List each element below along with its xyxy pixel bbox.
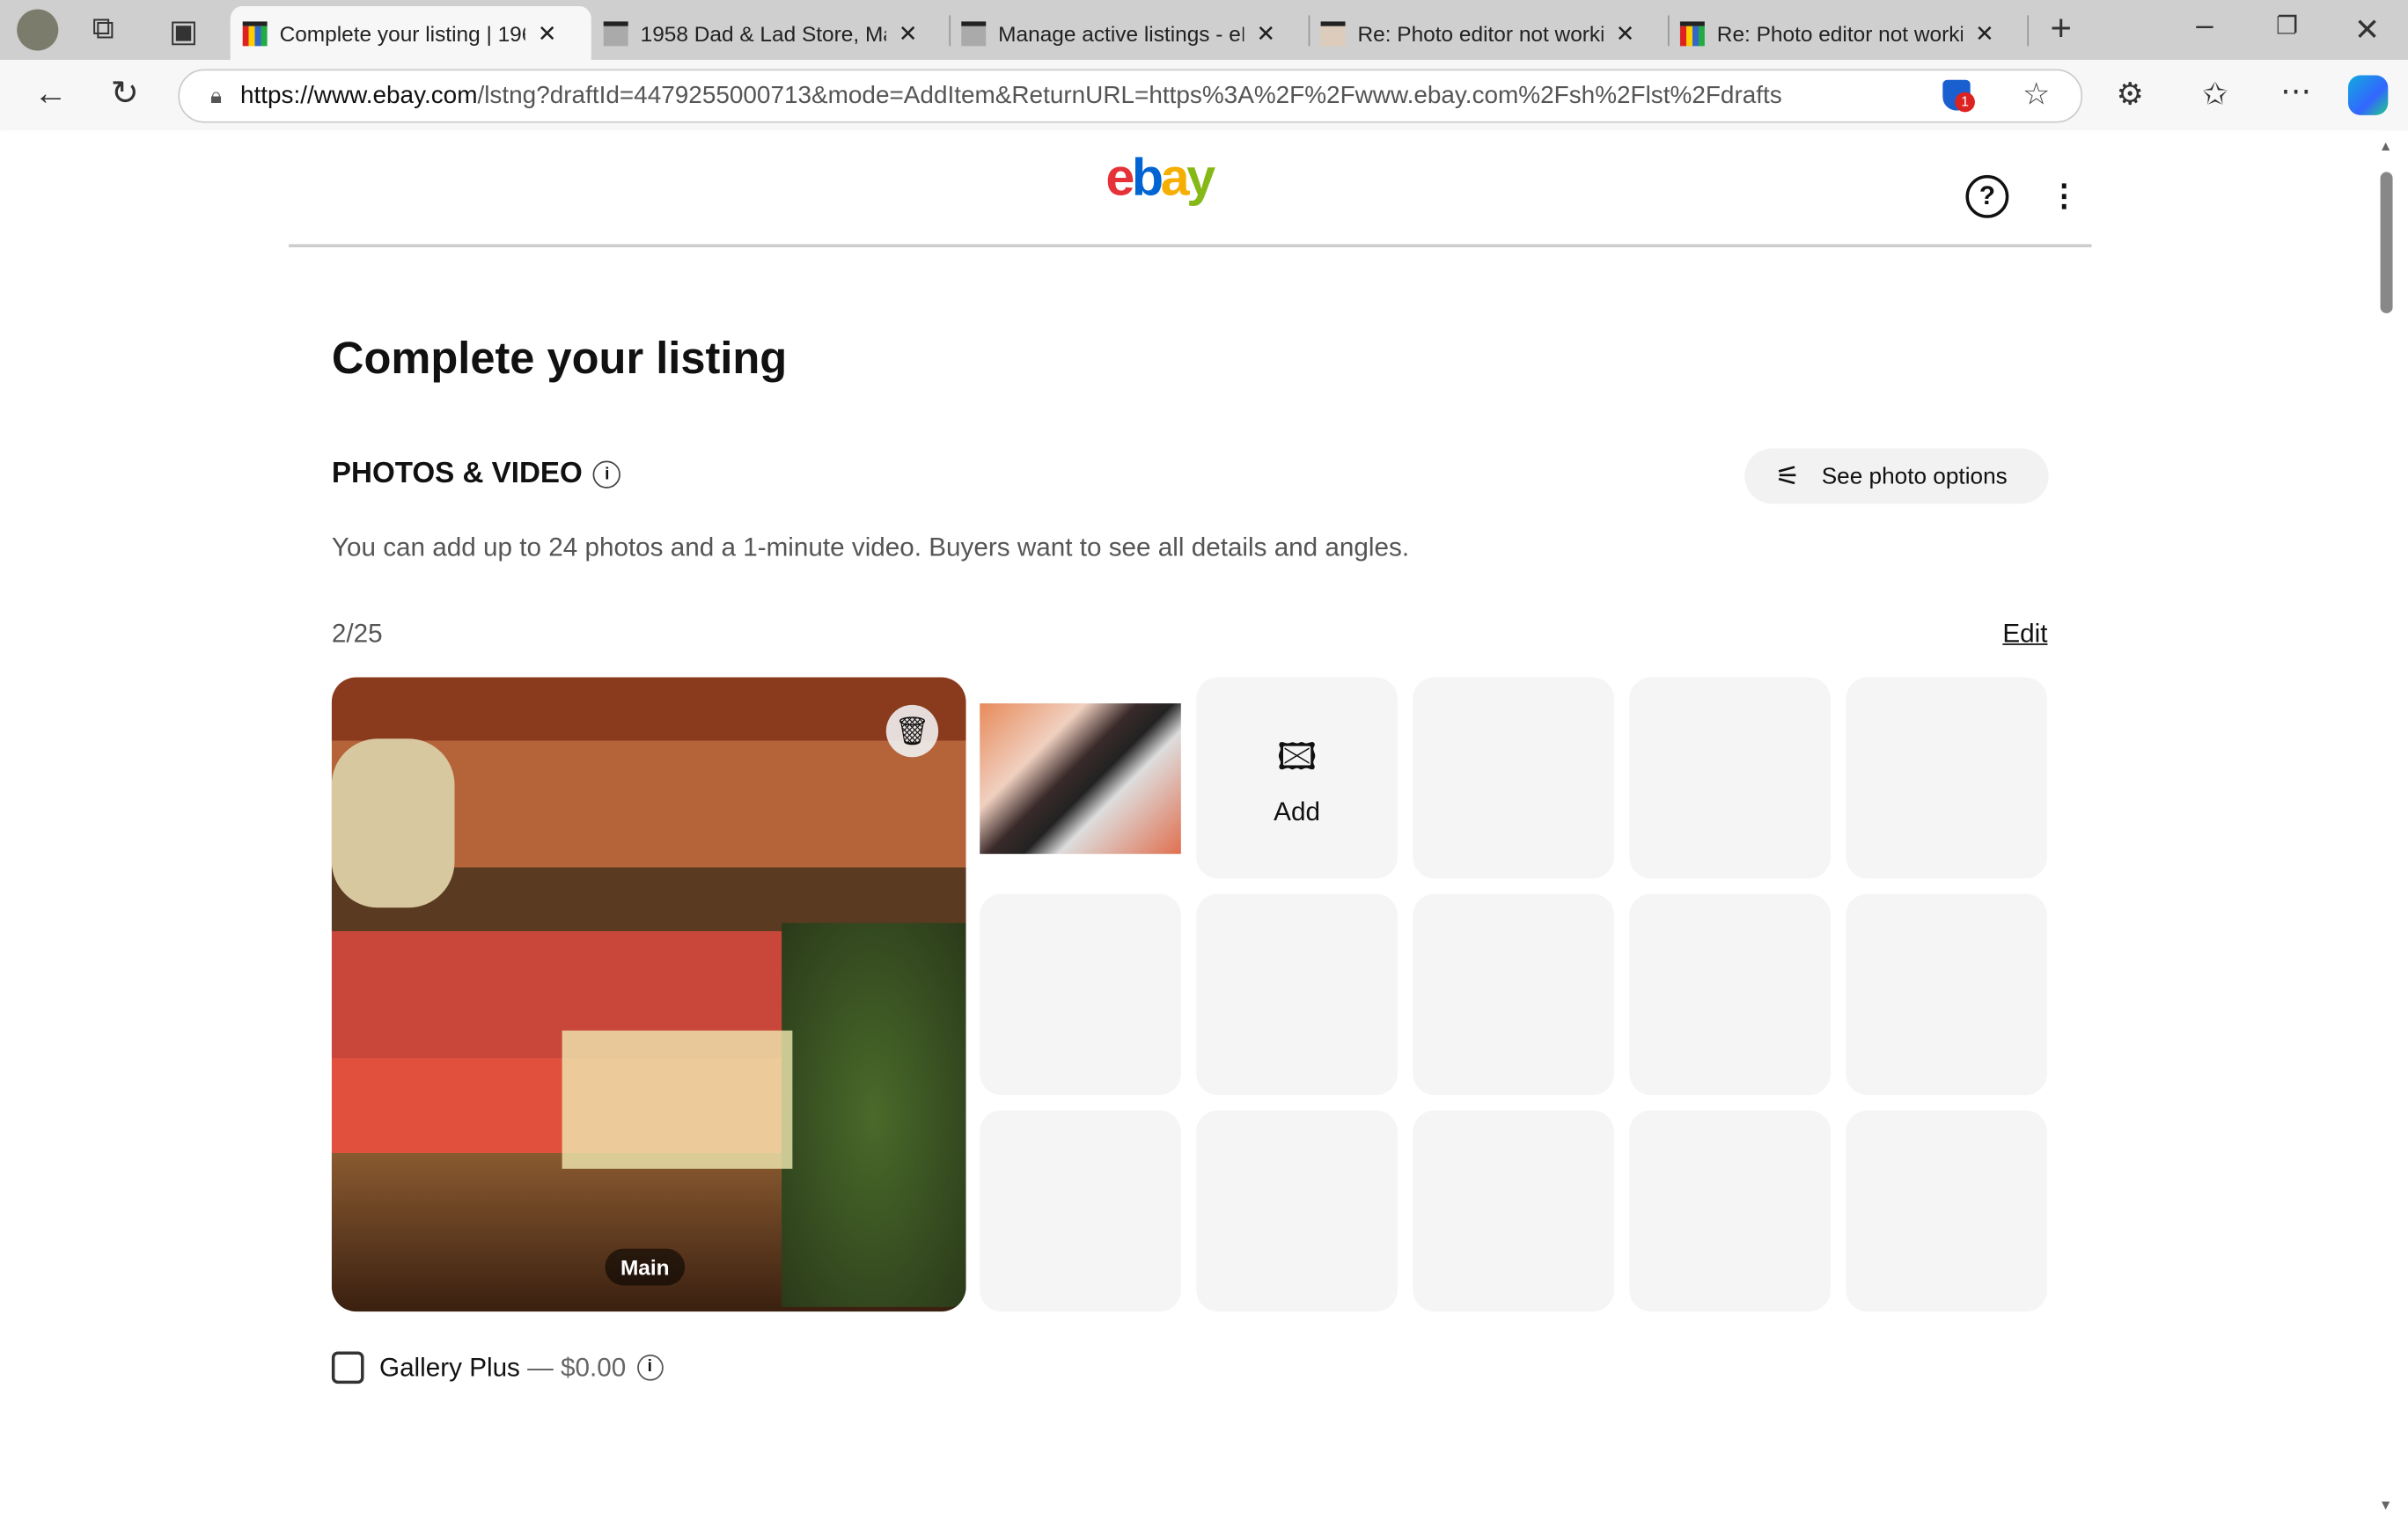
scrollbar-thumb[interactable] [2380, 172, 2393, 313]
photo-slot[interactable] [980, 893, 1181, 1096]
url-path: /lstng?draftId=4479255000713&mode=AddIte… [477, 82, 1782, 109]
sliders-icon: ⚟ [1775, 459, 1801, 491]
page-title: Complete your listing [331, 334, 788, 385]
photo-slot[interactable] [1629, 677, 1831, 879]
ebay-logo[interactable]: ebay [1105, 149, 1215, 209]
main-photo[interactable]: 🗑︎ Main [331, 677, 966, 1312]
help-icon[interactable]: ? [1965, 174, 2009, 218]
gallery-plus-checkbox[interactable] [331, 1351, 364, 1384]
vertical-tabs-icon[interactable]: ▣ [169, 12, 198, 51]
scroll-up-icon[interactable]: ▲ [2379, 138, 2393, 153]
photo-slot[interactable] [1196, 1110, 1398, 1312]
see-photo-options-button[interactable]: ⚟ See photo options [1744, 448, 2049, 504]
extensions-icon[interactable]: ⚙ [2116, 76, 2143, 114]
more-icon[interactable]: ⋯ [2280, 72, 2311, 111]
close-tab-icon[interactable]: ✕ [1975, 19, 1994, 48]
close-tab-icon[interactable]: ✕ [899, 19, 918, 48]
favicon-icon [961, 20, 987, 46]
shield-extension-icon[interactable]: 1 [1942, 79, 1975, 113]
info-icon[interactable]: i [636, 1355, 664, 1381]
tab-1[interactable]: 1958 Dad & Lad Store, Mai ✕ [591, 6, 950, 60]
back-icon[interactable]: ← [33, 74, 67, 114]
info-icon[interactable]: i [593, 460, 621, 488]
copilot-icon[interactable] [2347, 75, 2389, 115]
url-input[interactable]: 🔒︎ https://www.ebay.com/lstng?draftId=44… [178, 69, 2083, 123]
page-content: ebay ? ⋮ Complete your listing PHOTOS & … [5, 130, 2378, 1531]
photo-slot[interactable] [1413, 1110, 1614, 1312]
address-bar-row: ← ↻ 🔒︎ https://www.ebay.com/lstng?draftI… [0, 60, 2408, 131]
close-tab-icon[interactable]: ✕ [1616, 19, 1635, 48]
add-photo-button[interactable]: 🖾 Add [1196, 677, 1398, 879]
close-tab-icon[interactable]: ✕ [538, 19, 557, 48]
delete-photo-button[interactable]: 🗑︎ [885, 704, 939, 758]
favicon-icon [242, 20, 268, 46]
photo-slot[interactable] [1413, 893, 1614, 1096]
photos-description: You can add up to 24 photos and a 1-minu… [331, 532, 1410, 562]
photo-thumbnail[interactable] [980, 677, 1181, 879]
photo-slot[interactable] [1629, 893, 1831, 1096]
favorites-icon[interactable]: ✩ [2202, 76, 2228, 114]
profile-avatar[interactable] [17, 9, 59, 51]
tab-bar: ⧉ ▣ Complete your listing | 196 ✕ 1958 Da… [0, 0, 2408, 61]
workspaces-icon[interactable]: ⧉ [92, 12, 114, 48]
tab-3[interactable]: Re: Photo editor not workin ✕ [1309, 6, 1667, 60]
scroll-down-icon[interactable]: ▼ [2379, 1497, 2393, 1512]
close-window-icon[interactable]: ✕ [2354, 11, 2380, 49]
favicon-icon [1320, 20, 1346, 46]
minimize-icon[interactable]: – [2196, 9, 2213, 44]
header-divider [289, 244, 2092, 247]
photo-count: 2/25 [331, 619, 383, 649]
close-tab-icon[interactable]: ✕ [1256, 19, 1275, 48]
add-image-icon: 🖾 [1276, 737, 1318, 779]
kebab-menu-icon[interactable]: ⋮ [2049, 177, 2080, 216]
favicon-icon [603, 20, 628, 46]
edit-link[interactable]: Edit [2002, 619, 2047, 650]
url-host: https://www.ebay.com [239, 82, 478, 109]
photo-slot[interactable] [1846, 677, 2047, 879]
tab-2[interactable]: Manage active listings - eB ✕ [949, 6, 1307, 60]
tab-4[interactable]: Re: Photo editor not workin ✕ [1668, 6, 2026, 60]
section-title: PHOTOS & VIDEO i [332, 458, 621, 491]
favorite-star-icon[interactable]: ☆ [2023, 76, 2050, 114]
restore-icon[interactable]: ❐ [2276, 11, 2298, 41]
photo-slot[interactable] [1629, 1110, 1831, 1312]
tab-0[interactable]: Complete your listing | 196 ✕ [230, 5, 591, 61]
photo-slot[interactable] [1846, 893, 2047, 1096]
photo-slot[interactable] [1413, 677, 1614, 879]
favicon-icon [1679, 20, 1705, 46]
gallery-plus-option: Gallery Plus — $0.00 i [331, 1351, 664, 1384]
refresh-icon[interactable]: ↻ [111, 74, 139, 114]
photo-slot[interactable] [1846, 1110, 2047, 1312]
main-badge: Main [605, 1248, 686, 1286]
lock-icon[interactable]: 🔒︎ [210, 83, 222, 109]
photo-slot[interactable] [980, 1110, 1181, 1312]
photo-slot[interactable] [1196, 893, 1398, 1096]
new-tab-icon[interactable]: + [2050, 8, 2071, 51]
